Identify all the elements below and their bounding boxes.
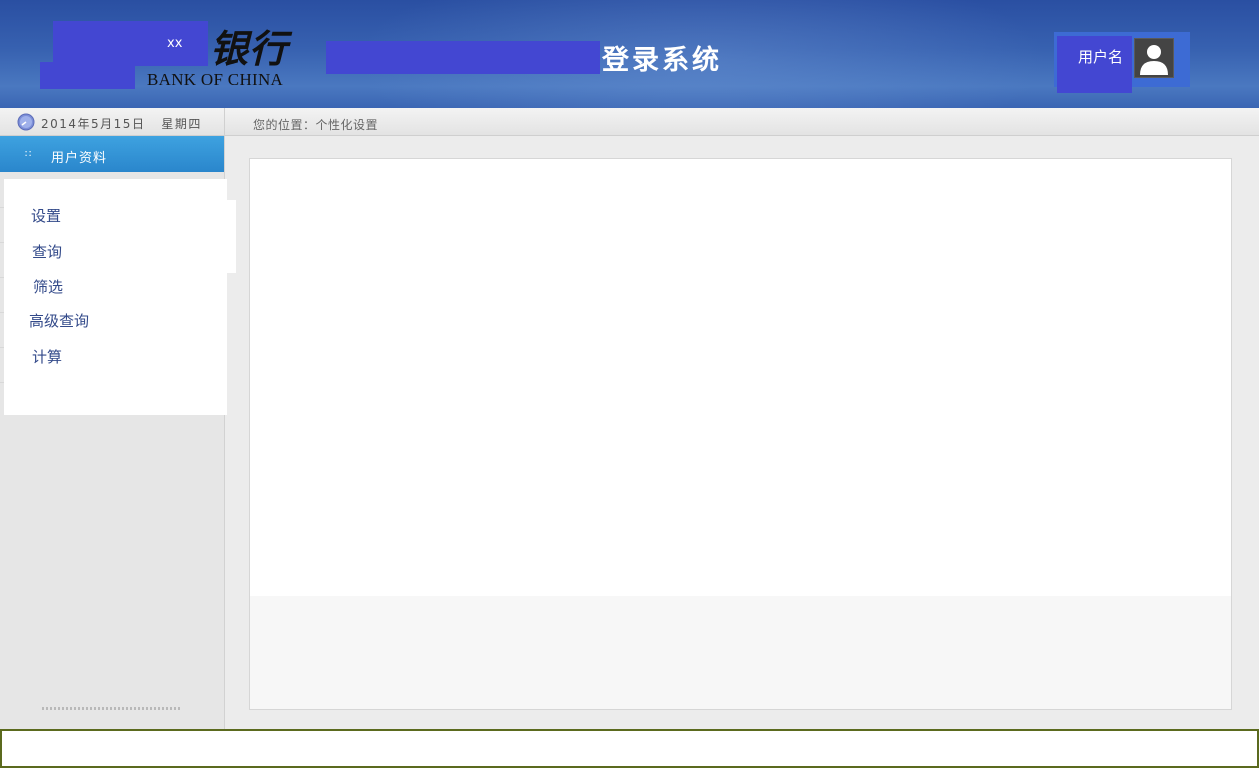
- logo-redaction: [53, 21, 208, 66]
- sidebar-item-query[interactable]: 查询: [32, 241, 62, 262]
- user-name-label[interactable]: 用户名: [1078, 46, 1123, 67]
- bottom-input-bar[interactable]: [0, 729, 1259, 768]
- page-title: 登录系统: [602, 45, 722, 76]
- clock-icon: [17, 113, 35, 131]
- date-cell: 2014年5月15日 星期四: [0, 108, 225, 136]
- logo-chinese-text: 银行: [210, 26, 289, 71]
- title-redaction: [326, 41, 600, 74]
- sidebar-item-advanced-query[interactable]: 高级查询: [29, 310, 89, 331]
- weekday-text: 星期四: [161, 117, 202, 131]
- sidebar-section-user-profile[interactable]: ∷ 用户资料: [0, 136, 224, 172]
- date-text: 2014年5月15日: [41, 117, 146, 131]
- sidebar-resize-handle[interactable]: [42, 707, 182, 710]
- logo-masked-text: xx: [167, 36, 183, 51]
- sidebar-item-settings[interactable]: 设置: [31, 205, 61, 226]
- current-date: 2014年5月15日 星期四: [41, 115, 202, 132]
- logo-english-text: BANK OF CHINA: [147, 70, 284, 89]
- app-header: xx 银行 BANK OF CHINA 登录系统 用户名: [0, 0, 1259, 108]
- breadcrumb: 您的位置：个性化设置: [253, 118, 379, 132]
- sidebar-menu-panel-extension: [222, 200, 236, 273]
- grid-dots-icon: ∷: [25, 149, 31, 160]
- sidebar-section-label: 用户资料: [51, 151, 108, 166]
- main-content-frame: [249, 158, 1232, 710]
- logo-redaction-lower: [40, 62, 135, 89]
- info-bar: 2014年5月15日 星期四 您的位置：个性化设置: [0, 108, 1259, 136]
- main-content-panel: [250, 159, 1231, 596]
- user-avatar-icon[interactable]: [1134, 38, 1174, 78]
- sidebar-item-filter[interactable]: 筛选: [33, 276, 63, 297]
- sidebar-item-calculate[interactable]: 计算: [32, 346, 62, 367]
